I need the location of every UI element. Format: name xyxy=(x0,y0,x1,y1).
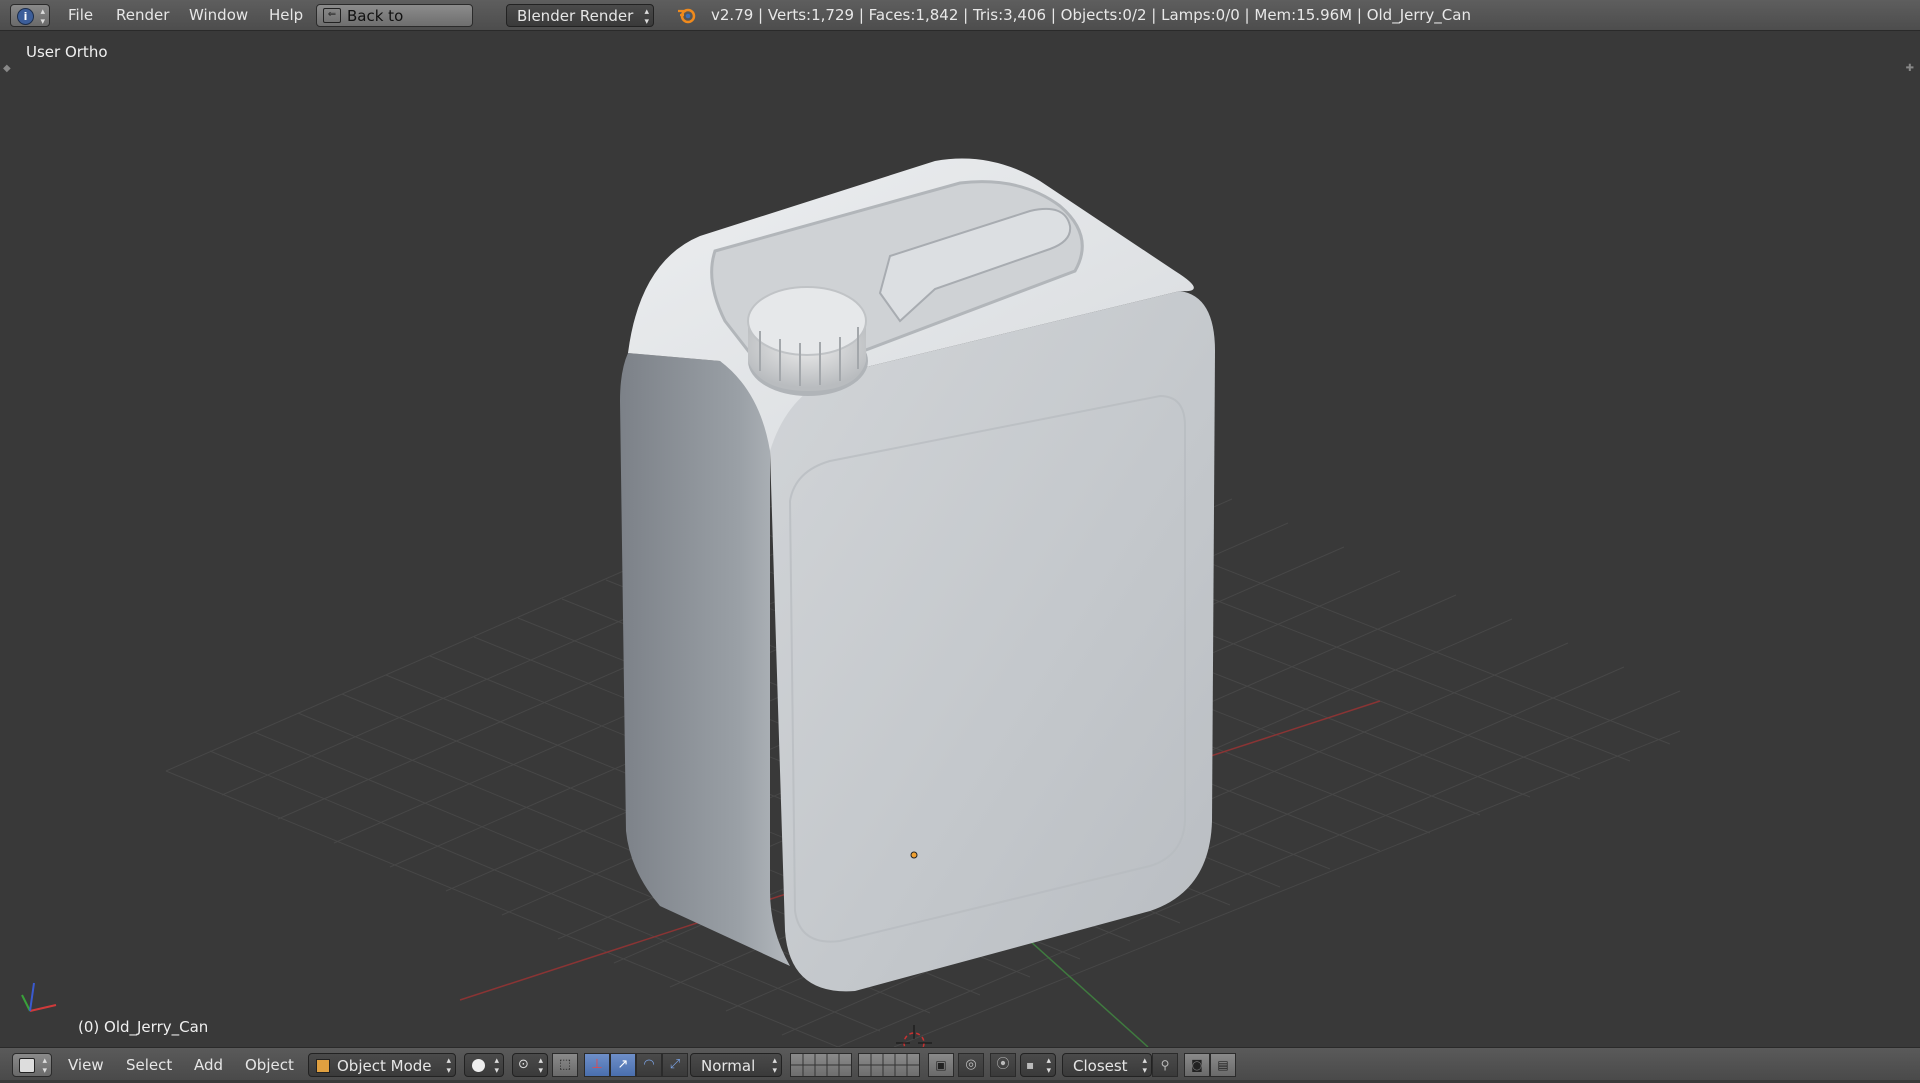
3d-view-header: ▴ ▾ View Select Add Object Object Mode ▴ ▾… xyxy=(0,1047,1920,1080)
snap-target-select[interactable]: Closest ▴ ▾ xyxy=(1062,1053,1152,1077)
chevron-updown-icon: ▴ ▾ xyxy=(40,7,45,27)
rotate-icon: ◠ xyxy=(643,1057,655,1072)
proportional-edit-button[interactable]: ◎ xyxy=(958,1053,984,1077)
chevron-updown-icon: ▴ ▾ xyxy=(1142,1056,1147,1076)
mode-select[interactable]: Object Mode ▴ ▾ xyxy=(308,1053,456,1077)
translate-button[interactable]: ↗ xyxy=(610,1053,636,1077)
pivot-point-icon: ⊙ xyxy=(518,1057,529,1072)
snap-toggle[interactable]: ⦿ xyxy=(990,1053,1016,1077)
chevron-updown-icon: ▴ ▾ xyxy=(538,1056,543,1076)
3d-view-editor-icon xyxy=(19,1058,35,1073)
menu-select[interactable]: Select xyxy=(122,1053,176,1077)
pivot-point-select[interactable]: ⊙ ▴ ▾ xyxy=(512,1053,548,1077)
transform-orientation-select[interactable]: Normal ▴ ▾ xyxy=(690,1053,782,1077)
chevron-updown-icon: ▴ ▾ xyxy=(494,1056,499,1076)
proportional-edit-icon: ◎ xyxy=(965,1057,977,1072)
scene-layers-group-1[interactable] xyxy=(790,1053,852,1077)
info-icon: i xyxy=(17,8,34,25)
info-header: i ▴▾ File Render Window Help ⇐ Back to P… xyxy=(0,0,1920,48)
opengl-render-animation-button[interactable]: ▤ xyxy=(1210,1053,1236,1077)
layers-icon xyxy=(791,1054,851,1076)
chevron-updown-icon: ▴ ▾ xyxy=(42,1056,47,1076)
menu-help[interactable]: Help xyxy=(265,4,307,27)
menu-file[interactable]: File xyxy=(64,4,97,27)
lock-camera-button[interactable]: ▣ xyxy=(928,1053,954,1077)
scene-statistics: v2.79 | Verts:1,729 | Faces:1,842 | Tris… xyxy=(711,6,1471,24)
menu-render[interactable]: Render xyxy=(112,4,173,27)
translate-icon: ↗ xyxy=(617,1057,629,1072)
chevron-updown-icon: ▴ ▾ xyxy=(446,1056,451,1076)
layers-icon xyxy=(859,1054,919,1076)
chevron-updown-icon: ▴ ▾ xyxy=(1046,1056,1051,1076)
render-engine-value: Blender Render xyxy=(517,7,634,25)
jerry-can-model xyxy=(620,158,1215,992)
scene-layers-group-2[interactable] xyxy=(858,1053,920,1077)
render-engine-select[interactable]: Blender Render ▴ ▾ xyxy=(506,4,654,27)
viewport-shading-icon xyxy=(472,1059,485,1072)
snap-align-button[interactable]: ⚲ xyxy=(1152,1053,1178,1077)
show-manipulator-button[interactable]: ⊥ xyxy=(584,1053,610,1077)
menu-add[interactable]: Add xyxy=(190,1053,227,1077)
snap-element-select[interactable]: ▪ ▴ ▾ xyxy=(1020,1053,1056,1077)
editor-type-selector[interactable]: i ▴ ▾ xyxy=(10,4,50,27)
chevron-updown-icon: ▴ ▾ xyxy=(644,7,649,27)
chevron-updown-icon: ▴ ▾ xyxy=(772,1056,777,1076)
scene-canvas[interactable] xyxy=(0,31,1920,1047)
rotate-button[interactable]: ◠ xyxy=(636,1053,662,1077)
manipulator-icon: ⬚ xyxy=(558,1057,572,1072)
manipulator-axes-icon: ⊥ xyxy=(591,1057,603,1072)
menu-view[interactable]: View xyxy=(64,1053,108,1077)
editor-type-selector-bottom[interactable]: ▴ ▾ xyxy=(12,1053,52,1077)
mode-cube-icon xyxy=(316,1059,330,1073)
object-origin xyxy=(910,851,918,859)
3d-viewport[interactable]: ◆ ✚ User Ortho (0) Old_Jerry_Can xyxy=(0,31,1920,1047)
lock-icon: ▣ xyxy=(935,1058,947,1072)
snap-align-icon: ⚲ xyxy=(1160,1058,1170,1072)
snap-icon: ⦿ xyxy=(996,1057,1010,1072)
viewport-shading-select[interactable]: ▴ ▾ xyxy=(464,1053,504,1077)
expand-left-icon[interactable]: ◆ xyxy=(3,63,11,74)
opengl-render-button[interactable]: ◙ xyxy=(1184,1053,1210,1077)
back-arrow-icon: ⇐ xyxy=(323,8,341,23)
blender-logo-icon xyxy=(676,4,698,27)
mode-value: Object Mode xyxy=(337,1057,432,1075)
view-name-label: User Ortho xyxy=(26,43,108,61)
back-to-previous-button[interactable]: ⇐ Back to Previous xyxy=(316,4,473,48)
scale-icon: ⤢ xyxy=(669,1057,681,1072)
snap-target-value: Closest xyxy=(1073,1057,1128,1075)
render-icon: ◙ xyxy=(1191,1058,1203,1072)
menu-object[interactable]: Object xyxy=(241,1053,298,1077)
transform-orientation-value: Normal xyxy=(701,1057,756,1075)
active-object-label: (0) Old_Jerry_Can xyxy=(78,1018,209,1036)
scale-button[interactable]: ⤢ xyxy=(662,1053,688,1077)
axis-gizmo xyxy=(21,982,57,1012)
snap-element-icon: ▪ xyxy=(1026,1058,1035,1072)
manipulator-toggle[interactable]: ⬚ xyxy=(552,1053,578,1077)
menu-window[interactable]: Window xyxy=(185,4,252,27)
expand-right-icon[interactable]: ✚ xyxy=(1906,63,1914,74)
render-animation-icon: ▤ xyxy=(1217,1058,1229,1072)
